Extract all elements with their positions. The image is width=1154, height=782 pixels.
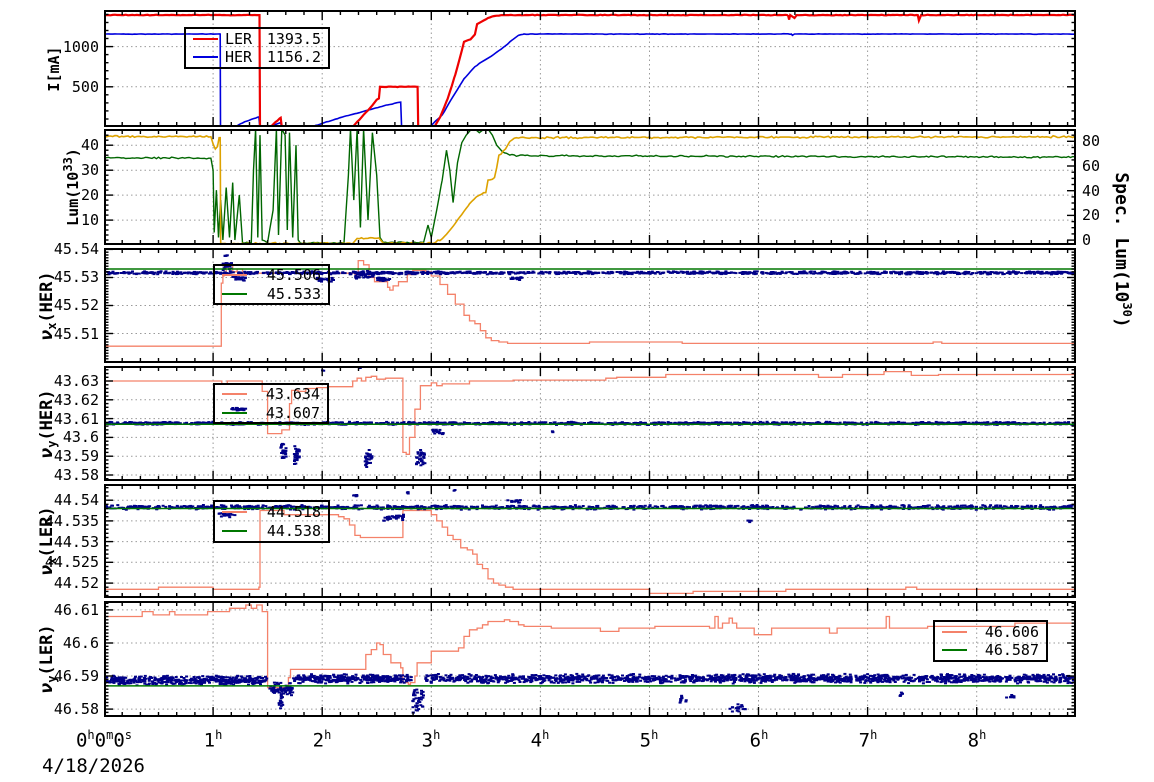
nux-ler-legend-row-1: 44.538 <box>215 522 328 540</box>
luminosity-ytick-40: 40 <box>80 136 99 154</box>
nuy-ler-legend-sample-0 <box>942 630 967 633</box>
nuy-her-legend-row-1: 43.607 <box>215 404 327 422</box>
nuy-ler-canvas <box>102 601 1078 717</box>
nuy-ler-measured-dots <box>102 672 1078 714</box>
nuy-ler-legend-value-1: 46.587 <box>984 641 1039 660</box>
beam-current-legend-value-1: 1156.2 <box>266 48 321 67</box>
nux-her-legend-sample-1 <box>222 292 247 295</box>
nux-ler-legend-sample-0 <box>222 511 247 513</box>
nuy-ler-legend-value-0: 46.606 <box>984 622 1039 641</box>
nuy-ler-legend: 46.606 46.587 <box>933 620 1048 662</box>
luminosity-canvas <box>103 126 1077 246</box>
nux-ler-legend: 44.518 44.538 <box>213 500 330 543</box>
luminosity-specific-luminosity-trace <box>103 134 1077 246</box>
beam-current-legend-label-0: LER <box>225 29 253 48</box>
beam-current-legend: LER 1393.5 HER 1156.2 <box>184 27 330 69</box>
nux-ler-legend-value-1: 44.538 <box>266 522 321 540</box>
nux-her-legend-row-0: 45.506 <box>215 266 328 284</box>
beam-current-legend-row-1: HER 1156.2 <box>186 48 328 66</box>
nux-her-legend: 45.506 45.533 <box>213 264 330 305</box>
nux-her-legend-row-1: 45.533 <box>215 285 328 303</box>
nux-ler-legend-value-0: 44.518 <box>266 503 321 521</box>
nuy-her-legend-value-1: 43.607 <box>265 403 320 422</box>
xtick-8: 8h <box>967 728 987 752</box>
beam-current-legend-label-1: HER <box>225 48 253 67</box>
nuy-ler-legend-row-0: 46.606 <box>935 623 1046 641</box>
nux-her-legend-value-0: 45.506 <box>266 266 321 285</box>
nuy-her-legend-sample-0 <box>222 393 247 396</box>
nux-ler-legend-row-0: 44.518 <box>215 503 328 521</box>
luminosity-luminosity-trace <box>104 126 1077 245</box>
right-axis-title: Spec. Lum(1030) <box>1111 172 1134 328</box>
panel-luminosity <box>103 126 1077 246</box>
nuy-ler-legend-row-1: 46.587 <box>935 641 1046 659</box>
nux-ler-legend-sample-1 <box>222 530 247 532</box>
nuy-her-legend: 43.634 43.607 <box>213 383 329 424</box>
beam-current-legend-sample-0 <box>193 37 218 40</box>
nuy-ler-legend-sample-1 <box>942 649 967 652</box>
tune-luminosity-monitor: 4/18/2026 500 1000 I[mA] LER 1393.5 HER 1156.2… <box>0 0 1154 782</box>
nuy-her-legend-row-0: 43.634 <box>215 385 327 403</box>
nux-her-legend-value-1: 45.533 <box>266 284 321 303</box>
beam-current-legend-value-0: 1393.5 <box>266 29 321 48</box>
beam-current-legend-row-0: LER 1393.5 <box>186 30 328 48</box>
nux-her-legend-sample-0 <box>222 274 247 277</box>
nuy-her-legend-sample-1 <box>222 411 247 414</box>
nuy-her-legend-value-0: 43.634 <box>265 385 320 404</box>
beam-current-legend-sample-1 <box>193 56 218 59</box>
panel-nuy-ler <box>102 601 1078 717</box>
